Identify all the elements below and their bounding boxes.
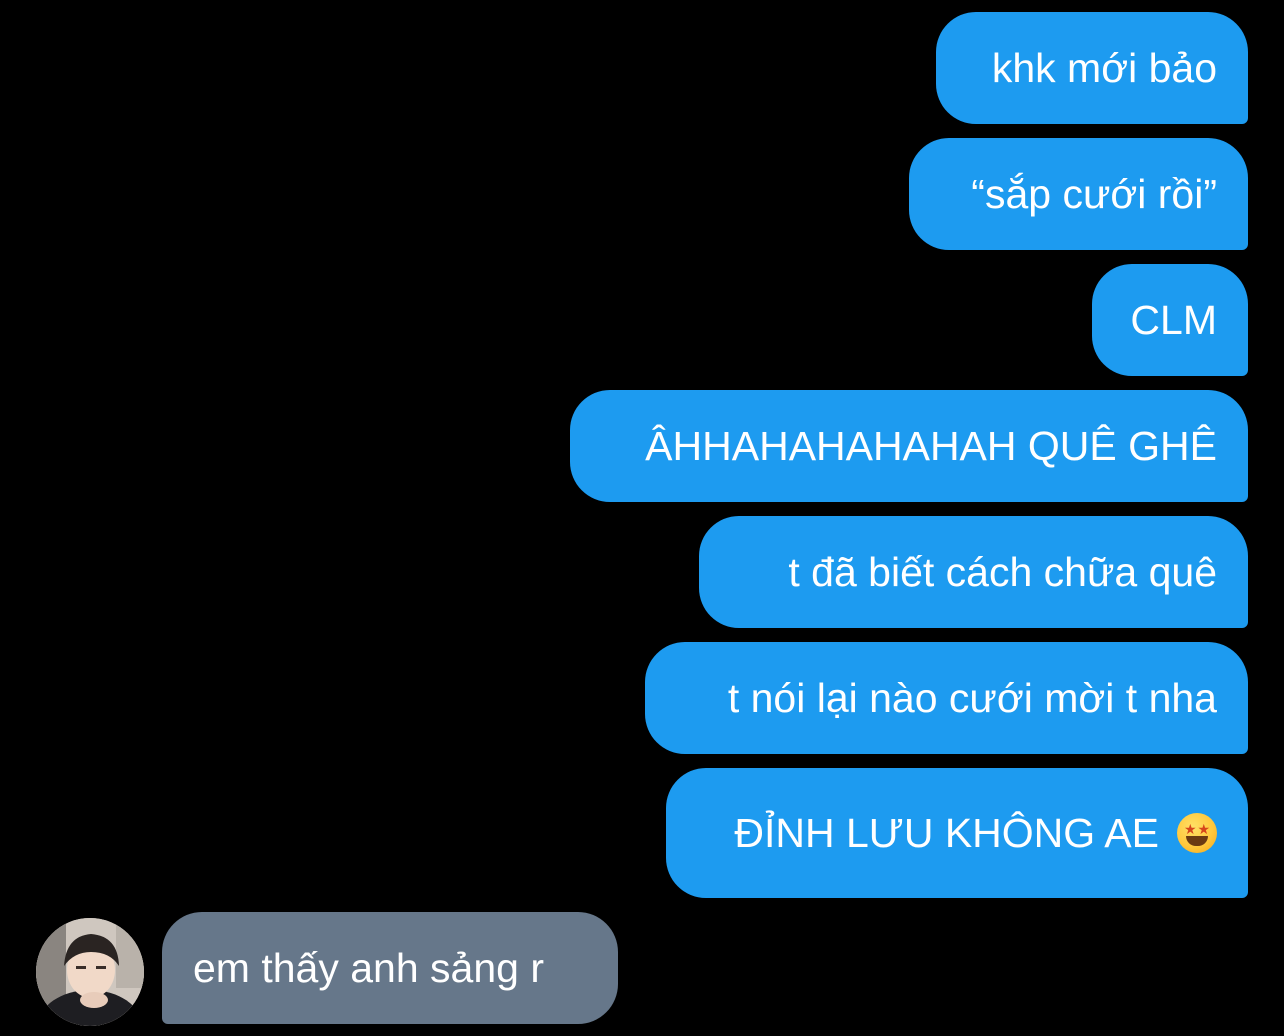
message-bubble-outgoing[interactable]: khk mới bảo — [936, 12, 1248, 124]
message-bubble-outgoing[interactable]: “sắp cưới rồi” — [909, 138, 1248, 250]
chat-thread: khk mới bảo “sắp cưới rồi” CLM ÂHHAHAHAH… — [0, 0, 1284, 1036]
star-struck-emoji-icon: ★ ★ — [1177, 813, 1217, 853]
message-text: em thấy anh sảng r — [193, 944, 544, 991]
message-text: CLM — [1130, 296, 1217, 343]
message-text: ÂHHAHAHAHAHAH QUÊ GHÊ — [645, 422, 1217, 469]
message-bubble-outgoing[interactable]: ĐỈNH LƯU KHÔNG AE ★ ★ — [666, 768, 1248, 898]
user-avatar[interactable] — [36, 918, 144, 1026]
message-text: t đã biết cách chữa quê — [788, 548, 1217, 595]
message-text: “sắp cưới rồi” — [971, 170, 1217, 217]
message-text: t nói lại nào cưới mời t nha — [727, 674, 1217, 721]
message-text: khk mới bảo — [991, 44, 1217, 91]
message-bubble-outgoing[interactable]: ÂHHAHAHAHAHAH QUÊ GHÊ — [570, 390, 1248, 502]
message-bubble-outgoing[interactable]: t nói lại nào cưới mời t nha — [645, 642, 1248, 754]
message-bubble-incoming[interactable]: em thấy anh sảng r — [162, 912, 618, 1024]
message-bubble-outgoing[interactable]: t đã biết cách chữa quê — [699, 516, 1248, 628]
message-bubble-outgoing[interactable]: CLM — [1092, 264, 1248, 376]
message-text: ĐỈNH LƯU KHÔNG AE — [734, 809, 1159, 856]
